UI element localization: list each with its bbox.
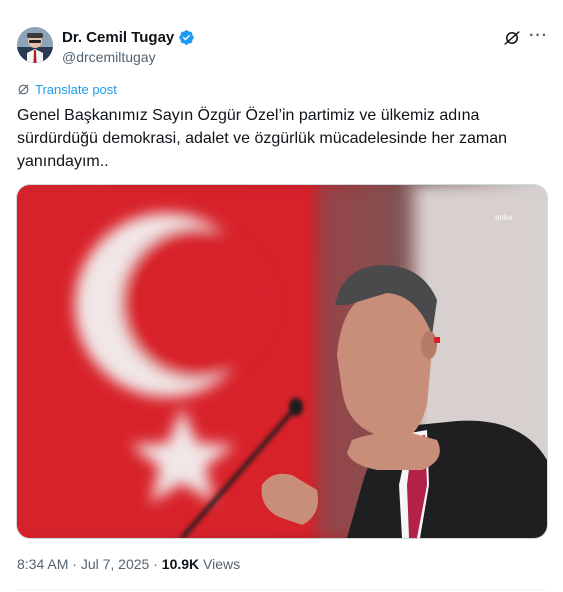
verified-badge-icon bbox=[179, 30, 195, 45]
grok-icon[interactable] bbox=[503, 29, 521, 47]
avatar[interactable] bbox=[17, 27, 53, 63]
photo-watermark: anka bbox=[495, 213, 513, 222]
post-time[interactable]: 8:34 AM bbox=[17, 556, 68, 572]
views-count[interactable]: 10.9K bbox=[162, 556, 199, 572]
author-name-row[interactable]: Dr. Cemil Tugay bbox=[62, 29, 195, 46]
post-date[interactable]: Jul 7, 2025 bbox=[81, 556, 150, 572]
more-icon[interactable]: ··· bbox=[529, 27, 548, 45]
divider bbox=[17, 589, 546, 590]
photo-image: anka bbox=[17, 185, 547, 538]
post-photo[interactable]: anka bbox=[16, 184, 548, 539]
meta-separator: · bbox=[72, 556, 77, 572]
post-text: Genel Başkanımız Sayın Özgür Özel’in par… bbox=[17, 107, 508, 170]
avatar-image bbox=[17, 27, 53, 63]
tweet: Dr. Cemil Tugay @drcemiltugay ··· Transl… bbox=[0, 0, 563, 592]
author-name[interactable]: Dr. Cemil Tugay bbox=[62, 29, 174, 46]
translate-post-link[interactable]: Translate post bbox=[17, 82, 117, 97]
author-handle[interactable]: @drcemiltugay bbox=[62, 49, 156, 65]
post-meta: 8:34 AM · Jul 7, 2025 · 10.9K Views bbox=[17, 556, 240, 572]
translate-icon bbox=[18, 84, 29, 95]
translate-post-label[interactable]: Translate post bbox=[35, 82, 117, 97]
views-label: Views bbox=[203, 556, 241, 572]
meta-separator: · bbox=[153, 556, 158, 572]
